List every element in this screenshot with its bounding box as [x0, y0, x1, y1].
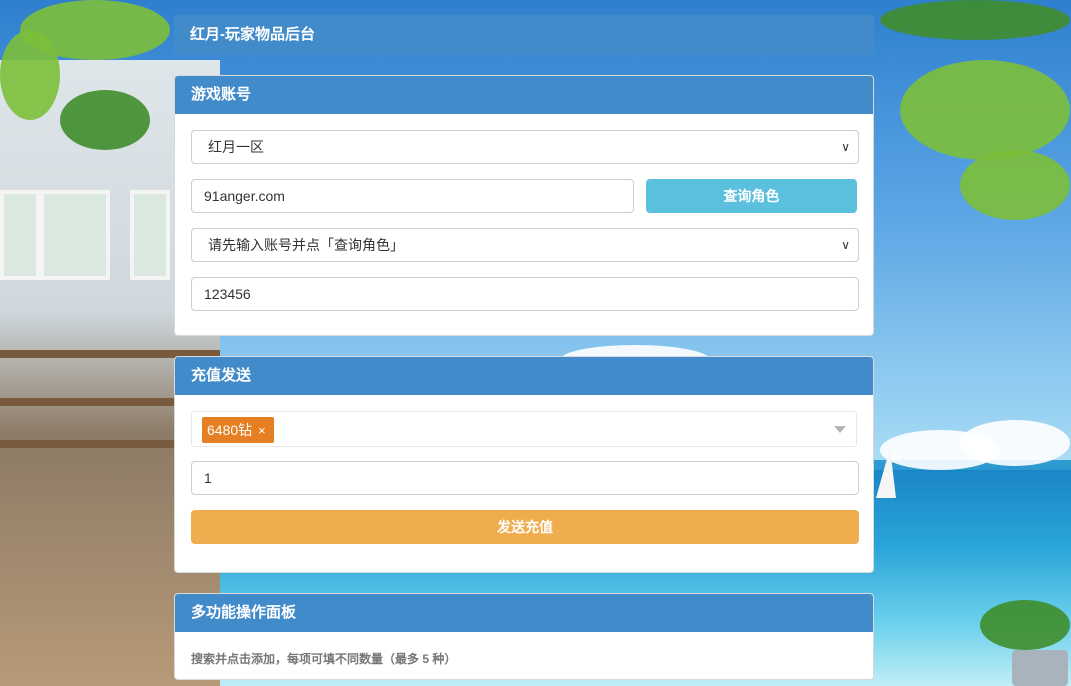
- role-select-value: 请先输入账号并点「查询角色」: [208, 237, 404, 253]
- server-select[interactable]: 红月一区 ∨: [191, 130, 859, 164]
- multi-panel-title: 多功能操作面板: [175, 594, 873, 632]
- server-select-value: 红月一区: [208, 139, 264, 155]
- recharge-panel-title: 充值发送: [175, 357, 873, 395]
- main-column: 红月-玩家物品后台 游戏账号 红月一区 ∨ 91anger.com 查询角色 请…: [174, 15, 874, 680]
- multi-function-panel: 多功能操作面板 搜索并点击添加，每项可填不同数量（最多 5 种）: [174, 593, 874, 680]
- chevron-down-icon: ∨: [841, 140, 850, 154]
- dropdown-caret-icon[interactable]: [834, 426, 846, 433]
- query-role-button[interactable]: 查询角色: [645, 179, 857, 213]
- role-select[interactable]: 请先输入账号并点「查询角色」 ∨: [191, 228, 859, 262]
- password-input[interactable]: 123456: [191, 277, 859, 311]
- selected-item-tag: 6480钻 ×: [202, 417, 274, 443]
- account-input[interactable]: 91anger.com: [191, 179, 634, 213]
- chevron-down-icon: ∨: [841, 238, 850, 252]
- quantity-input[interactable]: 1: [191, 461, 859, 495]
- account-panel-title: 游戏账号: [175, 76, 873, 114]
- send-recharge-button[interactable]: 发送充值: [191, 510, 859, 544]
- page-title: 红月-玩家物品后台: [174, 15, 874, 55]
- selected-item-label: 6480钻: [207, 422, 253, 438]
- recharge-panel: 充值发送 6480钻 × 1 发送充值: [174, 356, 874, 573]
- account-panel: 游戏账号 红月一区 ∨ 91anger.com 查询角色 请先输入账号并点「查询…: [174, 75, 874, 336]
- item-multiselect[interactable]: 6480钻 ×: [191, 411, 857, 447]
- remove-tag-icon[interactable]: ×: [258, 423, 266, 438]
- multi-panel-hint: 搜索并点击添加，每项可填不同数量（最多 5 种）: [191, 652, 457, 666]
